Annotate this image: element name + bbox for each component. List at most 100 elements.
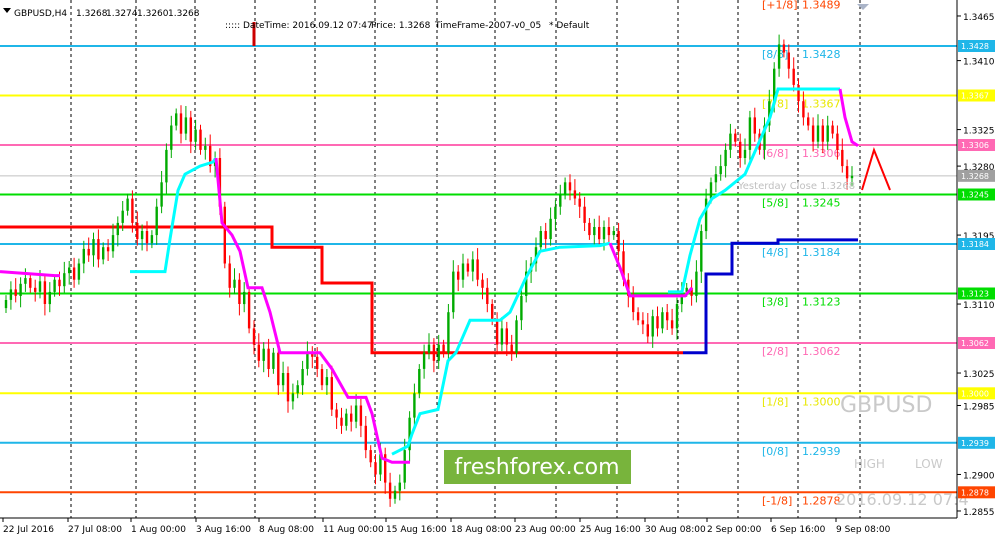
ohlc-high: 1.3274: [106, 9, 138, 19]
candle-body: [48, 291, 51, 305]
price-tag-text: 1.3123: [961, 290, 989, 299]
candle-body: [34, 287, 37, 292]
forex-chart[interactable]: [+1/8] 1.3489 [8/8] 1.3428 [7/8] 1.3367 [6/8] 1…: [0, 0, 1001, 541]
x-tick-label: 22 Jul 2016: [3, 525, 54, 535]
y-tick-label: 1.2985: [963, 402, 995, 412]
murrey-level-label: [6/8]: [762, 147, 788, 160]
candle-body: [466, 263, 470, 272]
candle-body: [515, 320, 518, 353]
candle-body: [598, 227, 601, 240]
candle-body: [792, 68, 795, 85]
candle-body: [724, 149, 727, 167]
candle-body: [734, 133, 737, 142]
candle-body: [777, 44, 781, 69]
x-tick-label: 11 Aug 00:00: [323, 525, 384, 535]
candle-body: [510, 344, 513, 353]
candle: [515, 315, 518, 358]
candle-body: [646, 324, 649, 337]
candle-body: [325, 377, 329, 386]
candle-body: [87, 248, 90, 256]
murrey-level-value: 1.3123: [802, 296, 841, 309]
candle-body: [257, 344, 260, 361]
candle-body: [63, 273, 66, 287]
candle-body: [680, 291, 683, 305]
info-prefix: :::::: [225, 21, 240, 31]
candle-body: [495, 320, 499, 345]
price-tag-text: 1.3184: [961, 240, 989, 249]
murrey-level-value: 1.3367: [802, 98, 841, 111]
candle-body: [505, 328, 508, 345]
candle-body: [350, 413, 353, 422]
candle-body: [126, 198, 129, 211]
y-tick-label: 1.3025: [963, 370, 995, 380]
candle-body: [816, 125, 820, 142]
x-tick-label: 3 Aug 16:00: [196, 525, 251, 535]
candle-body: [9, 289, 13, 300]
x-tick-label: 27 Jul 08:00: [68, 525, 122, 535]
candle-body: [554, 206, 557, 219]
candle-body: [442, 344, 445, 353]
candle-body: [291, 393, 295, 402]
candle-body: [228, 263, 231, 288]
candle-body: [471, 259, 474, 272]
price-tag-text: 1.3245: [961, 191, 989, 200]
candle-body: [578, 198, 581, 207]
candle-body: [184, 117, 188, 134]
murrey-level-label: [2/8]: [762, 345, 788, 358]
candle-body: [140, 231, 144, 240]
candle-body: [77, 263, 81, 280]
candle-body: [102, 247, 105, 260]
candle-body: [330, 377, 333, 410]
ohlc-open: 1.3268: [76, 9, 108, 19]
brand-text: freshforex.com: [454, 455, 619, 480]
candle-body: [636, 312, 640, 321]
candle-body: [393, 490, 397, 499]
candle-body: [53, 279, 56, 292]
candle-body: [602, 227, 606, 240]
candle-body: [651, 316, 654, 337]
price-tag-text: 1.3428: [961, 42, 989, 51]
candle-body: [165, 149, 168, 183]
x-tick-label: 15 Aug 16:00: [386, 525, 447, 535]
murrey-level-value: 1.2878: [802, 494, 841, 507]
candle-body: [136, 222, 139, 240]
candle-body: [19, 283, 22, 296]
info-timeframe: TimeFrame-2007-v0_05: [434, 21, 541, 31]
price-tag-text: 1.2939: [961, 439, 989, 448]
candle-body: [369, 450, 372, 463]
murrey-level-value: 1.2939: [802, 445, 841, 458]
candle-body: [748, 117, 752, 150]
candle-body: [807, 117, 810, 126]
candle-body: [481, 279, 484, 288]
candle-body: [97, 239, 100, 260]
current-price-tag-text: 1.3268: [961, 172, 989, 181]
candle-body: [189, 117, 192, 142]
ohlc-low: 1.3260: [137, 9, 169, 19]
chart-canvas[interactable]: [+1/8] 1.3489[8/8] 1.3428[7/8] 1.3367[6/8] 1…: [0, 0, 1001, 541]
candle-body: [388, 482, 392, 499]
price-tag-text: 1.3306: [961, 141, 989, 150]
candle-body: [802, 101, 805, 118]
candle-body: [709, 182, 713, 199]
candle-body: [787, 52, 790, 69]
candle-body: [116, 222, 119, 236]
candle-body: [486, 287, 489, 304]
x-tick-label: 9 Sep 08:00: [836, 525, 891, 535]
candle-body: [617, 231, 620, 252]
x-tick-label: 25 Aug 16:00: [580, 525, 641, 535]
x-tick-label: 1 Aug 00:00: [131, 525, 186, 535]
candle-body: [447, 312, 450, 353]
candle-body: [452, 271, 455, 313]
candle-body: [223, 206, 226, 264]
candle-body: [306, 352, 309, 369]
candle-body: [641, 320, 645, 325]
candle-body: [588, 222, 591, 236]
candle-body: [743, 149, 747, 158]
candle-body: [170, 125, 173, 150]
murrey-level-label: [-1/8]: [762, 494, 792, 507]
candle-body: [666, 312, 669, 321]
candle-body: [549, 218, 552, 240]
candle-body: [24, 278, 27, 284]
candle-body: [520, 295, 523, 321]
candle-body: [437, 344, 440, 361]
